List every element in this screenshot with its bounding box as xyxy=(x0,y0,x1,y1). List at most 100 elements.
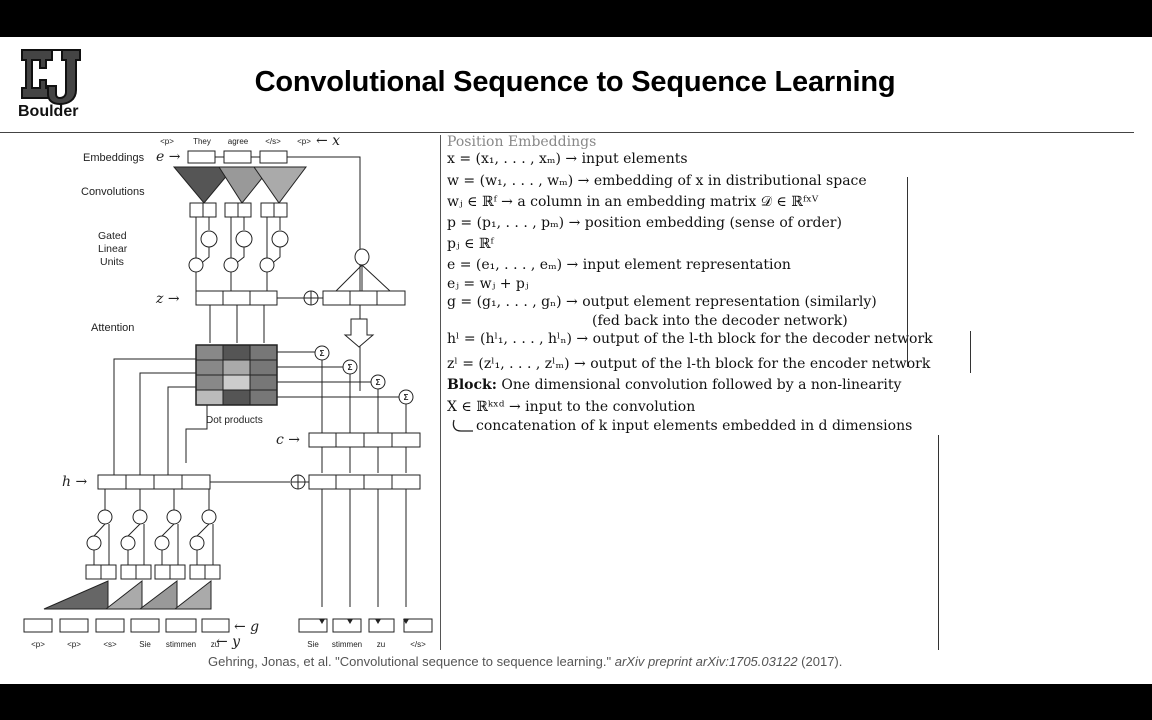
citation-authors: Gehring, Jonas, et al. "Convolutional se… xyxy=(208,654,615,669)
output-state-box xyxy=(308,474,337,490)
sigma-symbol: Σ xyxy=(404,393,409,402)
glu-label: Gated xyxy=(98,230,127,242)
multiply-node xyxy=(132,509,148,525)
attention-label: Attention xyxy=(91,322,134,334)
z-plus-e-box xyxy=(376,290,406,306)
note-margin-line xyxy=(970,331,971,373)
conv-filter-grey xyxy=(253,166,307,204)
z-plus-e-box xyxy=(322,290,351,306)
multiply-node xyxy=(97,509,113,525)
target-embedding-box xyxy=(95,618,125,633)
h-label: h → xyxy=(62,474,87,490)
multiply-node xyxy=(166,509,182,525)
note-line: zˡ = (zˡ₁, . . . , zˡₘ) → output of the … xyxy=(447,356,931,372)
target-embedding-box xyxy=(130,618,160,633)
citation: Gehring, Jonas, et al. "Convolutional se… xyxy=(208,654,842,669)
block-label: Block: xyxy=(447,377,497,393)
note-line: X ∈ ℝᵏˣᵈ → input to the convolution xyxy=(447,399,696,415)
c-box xyxy=(335,432,365,448)
z-plus-e-box xyxy=(349,290,378,306)
note-line: pⱼ ∈ ℝᶠ xyxy=(447,236,494,252)
multiply-node xyxy=(223,257,239,273)
sigma-symbol: Σ xyxy=(376,378,381,387)
note-line: Block: One dimensional convolution follo… xyxy=(447,377,901,393)
target-token: stimmen xyxy=(166,640,196,649)
output-token: stimmen xyxy=(332,640,362,649)
embedding-box xyxy=(259,150,288,164)
dot-products-label: Dot products xyxy=(206,415,263,426)
z-box xyxy=(222,290,251,306)
note-line: (fed back into the decoder network) xyxy=(592,313,848,329)
note-line: concatenation of k input elements embedd… xyxy=(476,418,913,434)
convs2s-architecture-diagram: <p> They agree </s> <p> ← x Embeddings e… xyxy=(23,133,433,650)
bracket-hook-icon xyxy=(452,419,473,432)
sigma-symbol: Σ xyxy=(348,363,353,372)
c-label: c → xyxy=(276,432,300,448)
note-line: p = (p₁, . . . , pₘ) → position embeddin… xyxy=(447,215,842,231)
embedding-box xyxy=(187,150,216,164)
citation-venue: arXiv preprint arXiv:1705.03122 xyxy=(614,654,798,669)
target-token: zu xyxy=(211,640,219,649)
note-line: eⱼ = wⱼ + pⱼ xyxy=(447,276,529,292)
source-token: </s> xyxy=(265,137,281,146)
convolutions-label: Convolutions xyxy=(81,186,145,198)
output-token-box xyxy=(332,618,362,633)
glu-label: Linear xyxy=(98,243,128,255)
conv-filter-grey xyxy=(173,579,212,610)
h-box xyxy=(125,474,155,490)
note-margin-line xyxy=(907,177,908,367)
h-box xyxy=(153,474,183,490)
z-box xyxy=(195,290,224,306)
logo-text: Boulder xyxy=(18,103,79,120)
output-state-box xyxy=(391,474,421,490)
note-line: x = (x₁, . . . , xₘ) → input elements xyxy=(447,151,688,167)
target-embedding-box xyxy=(201,618,230,633)
conv-filter-grey xyxy=(138,579,178,610)
note-line: hˡ = (hˡ₁, . . . , hˡₙ) → output of the … xyxy=(447,331,933,347)
conv-filter-grey xyxy=(104,579,143,610)
source-token: <p> xyxy=(160,137,174,146)
handwritten-notes: Position Embeddings x = (x₁, . . . , xₘ)… xyxy=(440,134,980,650)
output-state-box xyxy=(335,474,365,490)
source-token: <p> xyxy=(297,137,311,146)
multiply-node xyxy=(259,257,275,273)
output-token: Sie xyxy=(307,640,319,649)
note-line: w = (w₁, . . . , wₘ) → embedding of x in… xyxy=(447,173,867,189)
h-box xyxy=(181,474,211,490)
c-box xyxy=(391,432,421,448)
note-line: g = (g₁, . . . , gₙ) → output element re… xyxy=(447,294,877,310)
z-box xyxy=(249,290,278,306)
target-token: <p> xyxy=(67,640,81,649)
output-token-box xyxy=(403,618,433,633)
c-box xyxy=(363,432,393,448)
target-token: <s> xyxy=(103,640,117,649)
x-label: ← x xyxy=(316,133,340,149)
e-label: e → xyxy=(156,149,181,165)
source-token: They xyxy=(193,137,211,146)
embeddings-label: Embeddings xyxy=(83,152,145,164)
note-margin-line xyxy=(938,435,939,650)
output-token: </s> xyxy=(410,640,426,649)
y-label: ← y xyxy=(216,634,241,650)
z-label: z → xyxy=(155,291,180,307)
citation-year: (2017). xyxy=(797,654,843,669)
source-token: agree xyxy=(228,137,249,146)
target-embedding-box xyxy=(23,618,53,633)
multiply-node xyxy=(188,257,204,273)
notes-heading: Position Embeddings xyxy=(447,134,597,150)
output-token-box xyxy=(368,618,395,633)
output-token: zu xyxy=(377,640,385,649)
output-state-box xyxy=(363,474,393,490)
slide: Boulder Convolutional Sequence to Sequen… xyxy=(0,37,1152,684)
h-box xyxy=(97,474,127,490)
sigma-symbol: Σ xyxy=(320,349,325,358)
conv-filter-dark xyxy=(43,580,109,610)
note-line: e = (e₁, . . . , eₘ) → input element rep… xyxy=(447,257,791,273)
embedding-box xyxy=(223,150,252,164)
block-text: One dimensional convolution followed by … xyxy=(496,377,902,393)
g-label: ← g xyxy=(234,619,259,635)
target-token: <p> xyxy=(31,640,45,649)
c-box xyxy=(308,432,337,448)
slide-title: Convolutional Sequence to Sequence Learn… xyxy=(254,66,896,98)
glu-label: Units xyxy=(100,256,124,268)
